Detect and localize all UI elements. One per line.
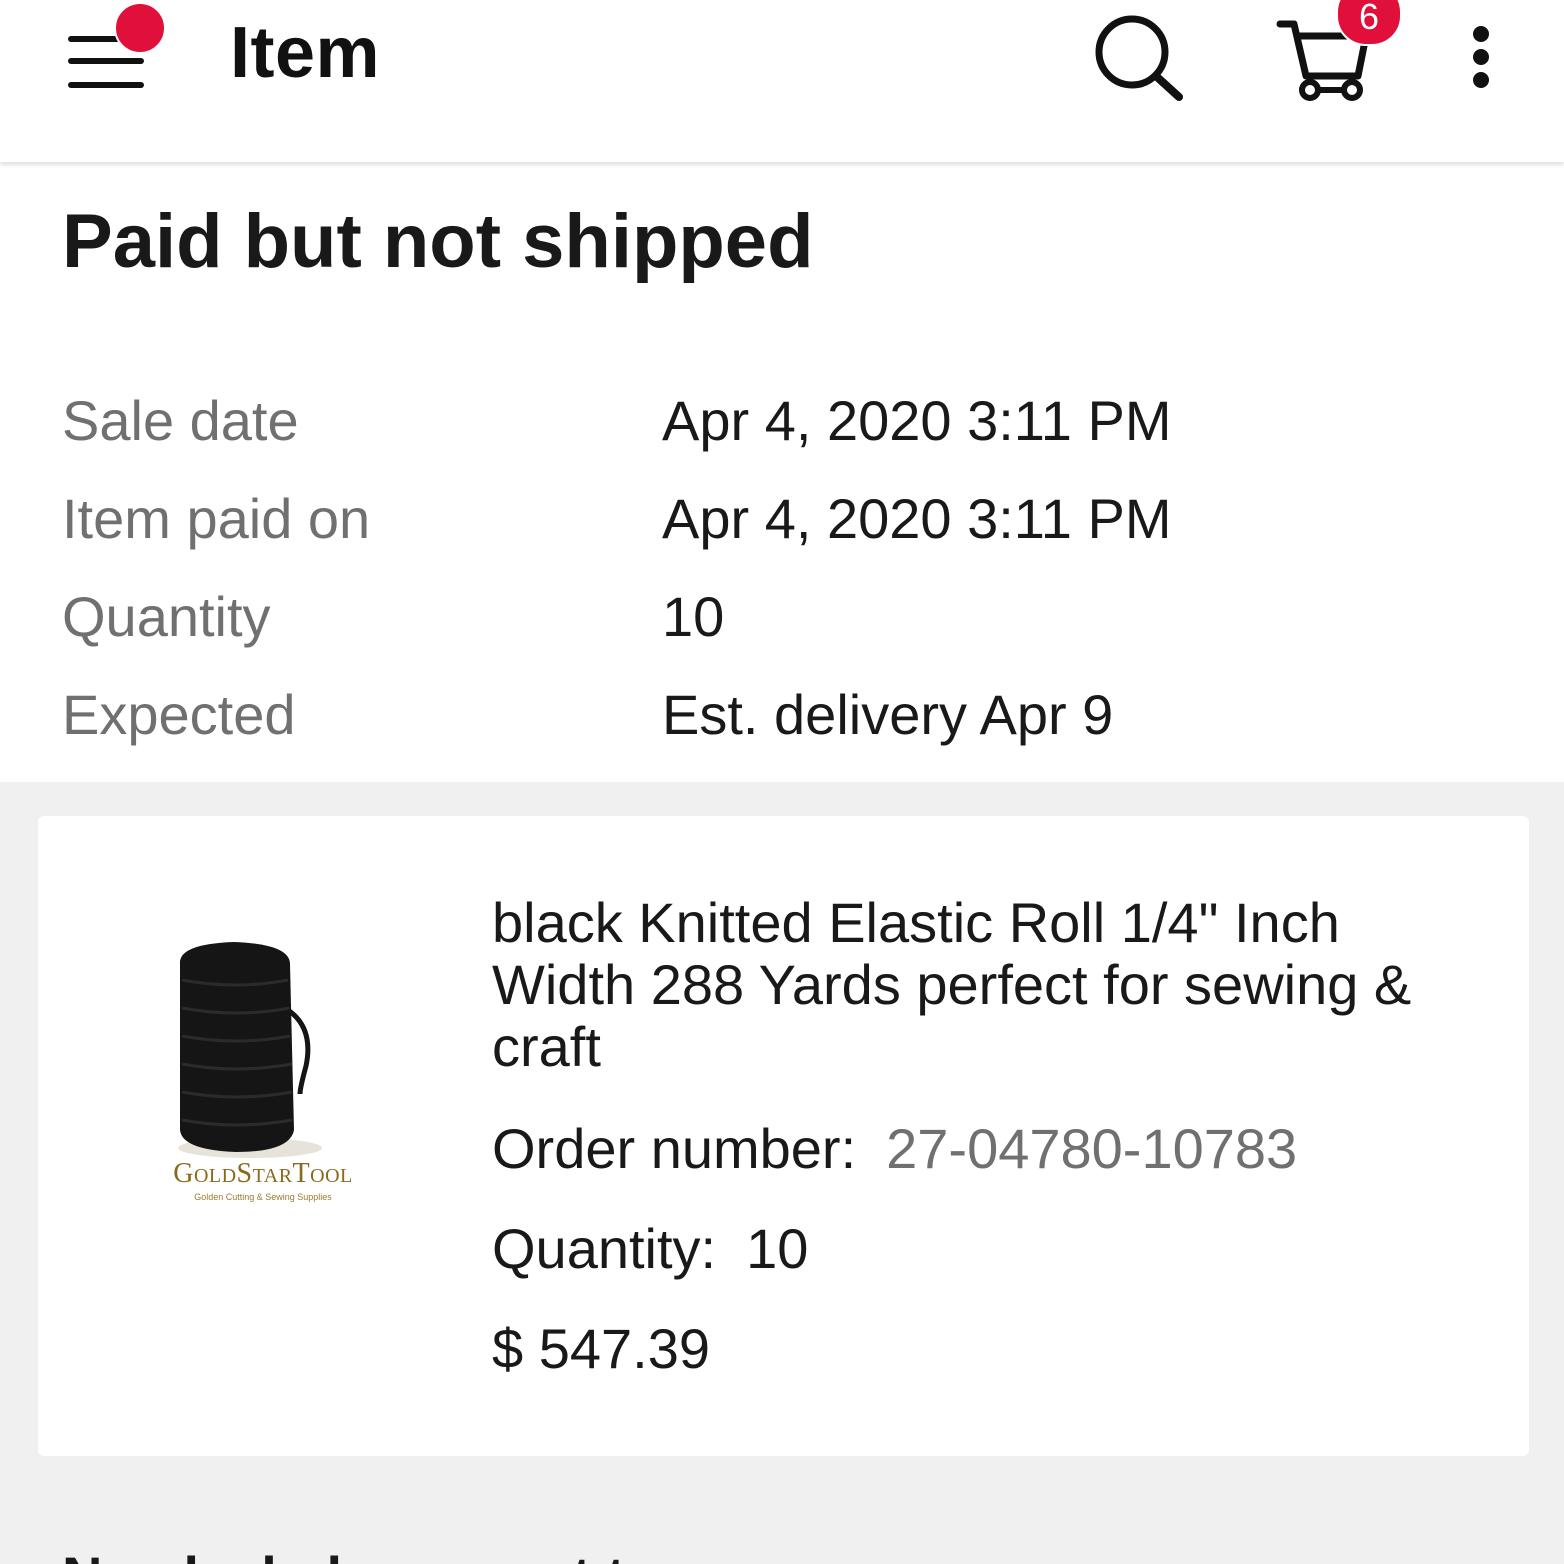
elastic-roll-image bbox=[178, 942, 322, 1158]
cart-button[interactable]: 6 bbox=[1270, 0, 1402, 110]
top-app-bar: Item 6 bbox=[0, 0, 1564, 162]
order-number-line: Order number: 27-04780-10783 bbox=[492, 1116, 1297, 1181]
paid-on-label: Item paid on bbox=[62, 487, 371, 550]
expected-row: Expected Est. delivery Apr 9 bbox=[62, 682, 1502, 762]
brand-tagline: Golden Cutting & Sewing Supplies bbox=[194, 1192, 332, 1202]
help-section-title: Need a help or want to... bbox=[62, 1544, 706, 1564]
expected-value: Est. delivery Apr 9 bbox=[662, 683, 1114, 746]
menu-button[interactable] bbox=[56, 2, 176, 110]
quantity-row: Quantity 10 bbox=[62, 584, 1502, 664]
item-card[interactable]: GoldStarTool Golden Cutting & Sewing Sup… bbox=[38, 816, 1529, 1456]
paid-on-value: Apr 4, 2020 3:11 PM bbox=[662, 487, 1172, 550]
item-price: $ 547.39 bbox=[492, 1317, 710, 1380]
item-quantity-line: Quantity: 10 bbox=[492, 1216, 808, 1281]
item-quantity-value: 10 bbox=[746, 1217, 809, 1280]
more-vertical-icon bbox=[1473, 26, 1489, 88]
sale-date-label: Sale date bbox=[62, 389, 299, 452]
sale-date-row: Sale date Apr 4, 2020 3:11 PM bbox=[62, 388, 1502, 468]
quantity-value: 10 bbox=[662, 585, 725, 648]
item-title[interactable]: black Knitted Elastic Roll 1/4" Inch Wid… bbox=[492, 892, 1452, 1078]
brand-logo: GoldStarTool bbox=[173, 1158, 353, 1189]
item-quantity-label: Quantity: bbox=[492, 1217, 717, 1280]
item-thumbnail[interactable]: GoldStarTool Golden Cutting & Sewing Sup… bbox=[138, 916, 388, 1246]
page-title: Item bbox=[230, 13, 381, 93]
search-icon bbox=[1095, 15, 1183, 101]
sale-date-value: Apr 4, 2020 3:11 PM bbox=[662, 389, 1172, 452]
more-options-button[interactable] bbox=[1452, 0, 1512, 110]
expected-label: Expected bbox=[62, 683, 296, 746]
notification-dot bbox=[114, 2, 166, 54]
paid-on-row: Item paid on Apr 4, 2020 3:11 PM bbox=[62, 486, 1502, 566]
order-number-label: Order number: bbox=[492, 1117, 857, 1180]
quantity-label: Quantity bbox=[62, 585, 271, 648]
search-button[interactable] bbox=[1086, 0, 1196, 110]
app-screen: Item 6 Paid but not shipped Sale date Ap… bbox=[0, 0, 1564, 1564]
order-status-section: Paid but not shipped Sale date Apr 4, 20… bbox=[0, 162, 1564, 782]
order-number-value: 27-04780-10783 bbox=[886, 1117, 1298, 1180]
order-status-title: Paid but not shipped bbox=[62, 199, 814, 284]
